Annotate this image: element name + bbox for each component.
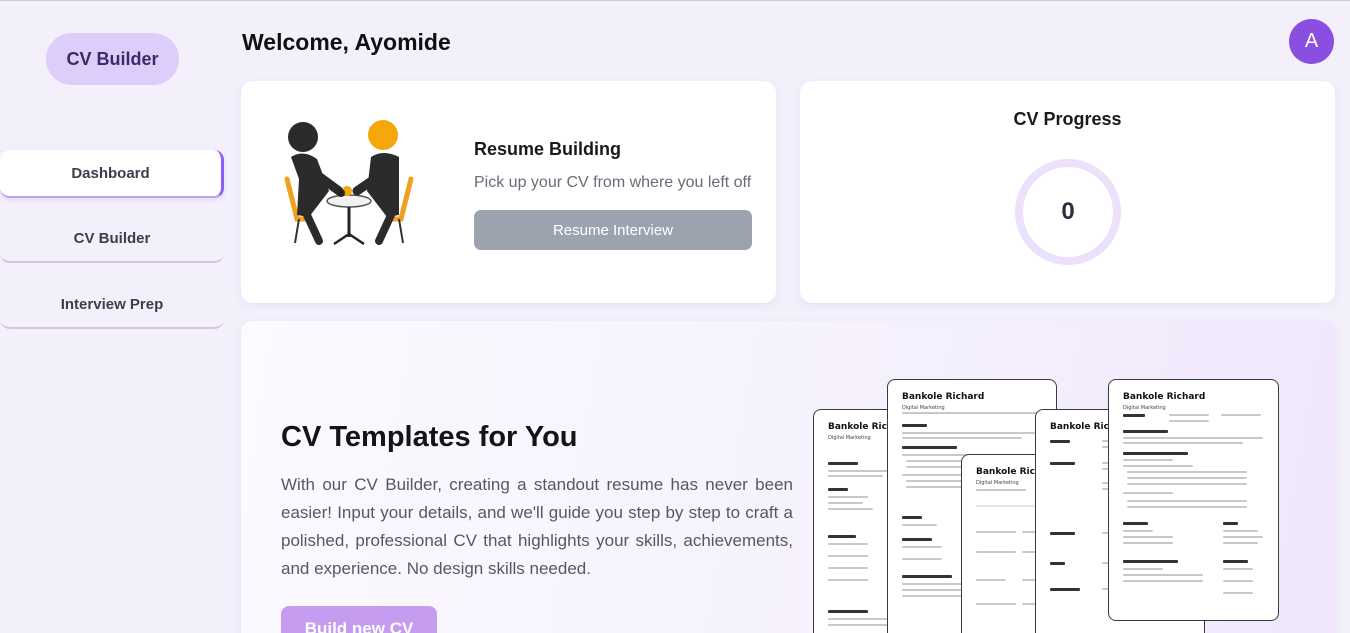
build-new-cv-button[interactable]: Build new CV — [281, 606, 437, 633]
cv-progress-card: CV Progress 0 — [800, 81, 1335, 303]
cv-templates-title: CV Templates for You — [281, 421, 578, 453]
cv-preview-role: Digital Marketing — [902, 405, 945, 411]
resume-building-subtitle: Pick up your CV from where you left off — [474, 174, 752, 191]
cv-preview-name: Bankole Richard — [902, 392, 985, 402]
brand-logo[interactable]: CV Builder — [46, 33, 179, 85]
cv-preview-name: Bankole Richard — [1123, 392, 1206, 402]
cv-preview-role: Digital Marketing — [1123, 405, 1166, 411]
handshake-illustration-icon — [284, 120, 414, 246]
cv-template-preview[interactable]: Bankole Richard Digital Marketing — [1108, 379, 1279, 621]
cv-preview-role: Digital Marketing — [976, 480, 1019, 486]
resume-building-title: Resume Building — [474, 139, 622, 159]
sidebar: CV Builder Dashboard CV Builder Intervie… — [0, 1, 226, 633]
resume-interview-button[interactable]: Resume Interview — [474, 210, 752, 250]
sidebar-item-interview-prep[interactable]: Interview Prep — [0, 281, 224, 329]
avatar[interactable]: A — [1289, 19, 1334, 64]
sidebar-item-dashboard[interactable]: Dashboard — [0, 150, 224, 198]
sidebar-item-cv-builder[interactable]: CV Builder — [0, 215, 224, 263]
cv-templates-card: CV Templates for You With our CV Builder… — [241, 321, 1335, 633]
cv-preview-role: Digital Marketing — [828, 435, 871, 441]
cv-templates-description: With our CV Builder, creating a standout… — [281, 475, 793, 578]
cv-progress-title: CV Progress — [1013, 109, 1122, 129]
page-title: Welcome, Ayomide — [242, 29, 451, 55]
cv-progress-value: 0 — [1061, 198, 1075, 225]
resume-building-card: Resume Building Pick up your CV from whe… — [241, 81, 776, 303]
